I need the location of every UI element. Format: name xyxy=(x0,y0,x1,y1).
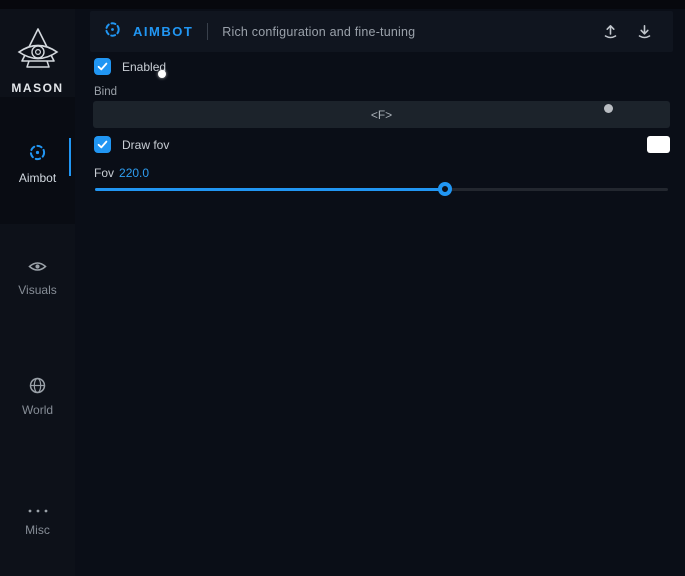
bind-value: <F> xyxy=(371,108,392,122)
bind-field[interactable]: <F> xyxy=(93,101,670,128)
sidebar-item-misc[interactable]: Misc xyxy=(0,501,75,537)
page-title: AIMBOT xyxy=(133,24,193,39)
mouse-cursor-dot xyxy=(158,70,166,78)
sidebar: MASON Aimbot Visuals World xyxy=(0,9,75,576)
check-icon xyxy=(96,138,109,151)
draw-fov-label: Draw fov xyxy=(122,138,169,152)
fov-label: Fov xyxy=(94,166,114,180)
sidebar-item-label: Aimbot xyxy=(19,171,56,185)
eye-pyramid-icon xyxy=(15,25,61,78)
draw-fov-checkbox[interactable] xyxy=(94,136,111,153)
sidebar-item-visuals[interactable]: Visuals xyxy=(0,259,75,297)
upload-icon[interactable] xyxy=(597,19,623,45)
download-icon[interactable] xyxy=(631,19,657,45)
sidebar-item-label: Visuals xyxy=(18,283,56,297)
crosshair-icon xyxy=(28,143,47,167)
fov-value: 220.0 xyxy=(119,166,149,180)
sidebar-item-label: World xyxy=(22,403,53,417)
fov-value-row: Fov 220.0 xyxy=(94,166,149,180)
active-tab-indicator xyxy=(69,138,71,176)
ellipsis-icon xyxy=(27,501,49,519)
enabled-checkbox[interactable] xyxy=(94,58,111,75)
check-icon xyxy=(96,60,109,73)
header-divider xyxy=(207,23,208,40)
page-header: AIMBOT Rich configuration and fine-tunin… xyxy=(90,11,673,52)
fov-color-swatch[interactable] xyxy=(647,136,670,153)
fov-slider[interactable] xyxy=(95,188,668,191)
crosshair-icon xyxy=(104,21,121,43)
sidebar-item-aimbot[interactable]: Aimbot xyxy=(0,143,75,185)
eye-icon xyxy=(28,259,47,279)
brand-name: MASON xyxy=(11,81,63,95)
brand-logo: MASON xyxy=(0,25,75,95)
bind-field-dot xyxy=(604,104,613,113)
globe-icon xyxy=(29,377,46,399)
fov-slider-thumb[interactable] xyxy=(438,182,452,196)
top-strip xyxy=(0,0,685,9)
page-subtitle: Rich configuration and fine-tuning xyxy=(222,25,415,39)
bind-label: Bind xyxy=(94,86,117,98)
sidebar-item-world[interactable]: World xyxy=(0,377,75,417)
sidebar-item-label: Misc xyxy=(25,523,50,537)
fov-slider-fill xyxy=(95,188,445,191)
